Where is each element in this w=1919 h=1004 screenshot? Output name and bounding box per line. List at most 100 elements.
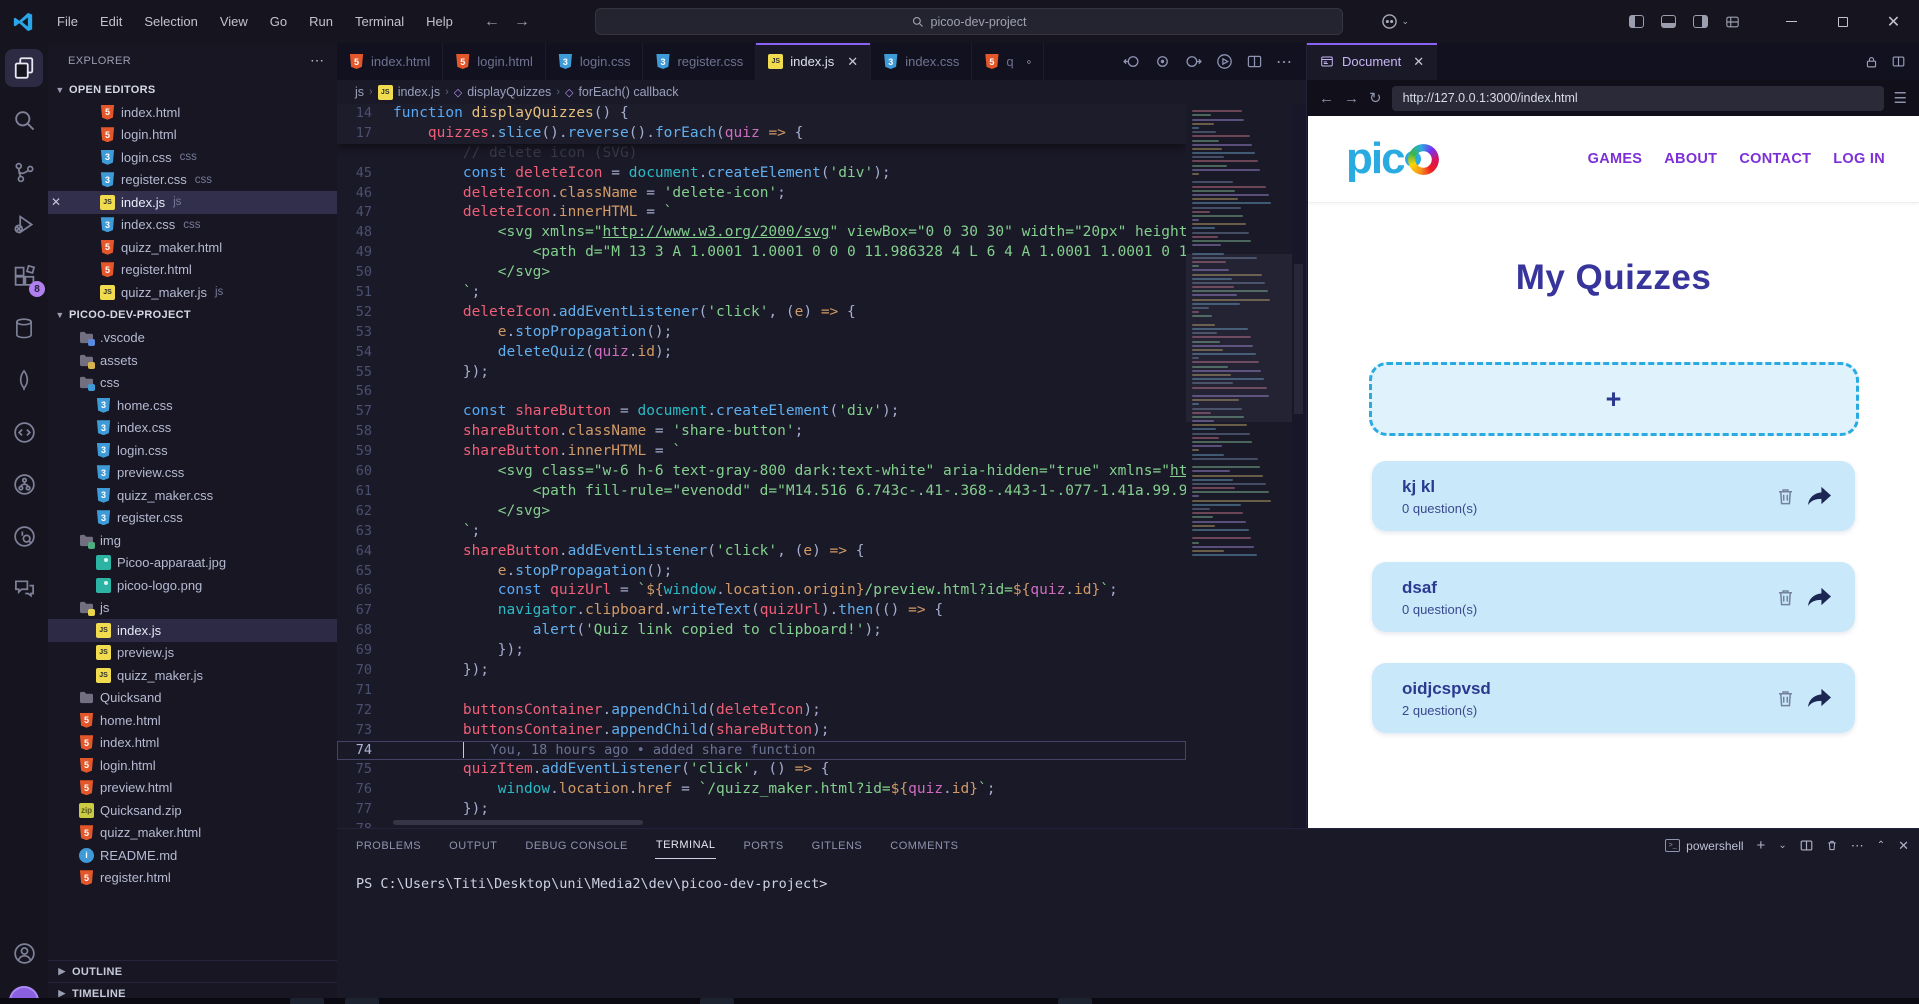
editor-tab-index.js[interactable]: JSindex.js✕ [756,43,871,80]
panel-tab-problems[interactable]: PROBLEMS [355,833,422,859]
tree-item-js[interactable]: js [48,597,337,620]
terminal-dropdown-icon[interactable]: ⌄ [1778,840,1786,851]
browser-reload-icon[interactable]: ↻ [1369,89,1382,107]
tree-item-register.css[interactable]: 3register.css [48,507,337,530]
tree-item-css[interactable]: css [48,372,337,395]
command-center-search[interactable]: picoo-dev-project [595,8,1343,35]
maximize-panel-icon[interactable]: ⌃ [1877,840,1885,851]
code-preview-icon[interactable] [5,413,43,451]
new-terminal-icon[interactable]: + [1757,837,1766,854]
editor-hscrollbar[interactable] [393,820,643,825]
nav-forward-circle-icon[interactable] [1185,53,1202,70]
tree-item-quizz_maker.html[interactable]: 5quizz_maker.html [48,822,337,845]
tree-item-quizz_maker.css[interactable]: 3quizz_maker.css [48,484,337,507]
close-panel-icon[interactable]: ✕ [1898,838,1909,854]
explorer-icon[interactable] [5,49,43,87]
panel-more-icon[interactable]: ⋯ [1851,838,1864,854]
open-editor-index.css[interactable]: 3index.csscss [48,214,337,237]
explorer-actions-icon[interactable]: ⋯ [310,52,325,69]
panel-tab-debug-console[interactable]: DEBUG CONSOLE [524,833,628,859]
customize-layout-icon[interactable] [1725,15,1740,29]
tree-item-assets[interactable]: assets [48,349,337,372]
menu-view[interactable]: View [211,10,257,33]
share-quiz-icon[interactable] [1808,587,1831,608]
minimap[interactable] [1186,104,1292,828]
editor-tab-register.css[interactable]: 3register.css [643,43,756,80]
close-window-button[interactable]: ✕ [1868,0,1919,43]
lock-icon[interactable] [1865,55,1878,69]
comments-icon[interactable] [5,569,43,607]
editor-tab-index.css[interactable]: 3index.css [871,43,972,80]
browser-forward-icon[interactable]: → [1344,90,1359,107]
open-editor-index.js[interactable]: ✕JSindex.jsjs [48,191,337,214]
tree-item-login.css[interactable]: 3login.css [48,439,337,462]
split-editor-icon[interactable] [1247,54,1262,69]
run-debug-icon[interactable] [5,205,43,243]
close-editor-icon[interactable]: ✕ [48,195,64,209]
breadcrumb-displayquizzes[interactable]: displayQuizzes [467,85,551,99]
picoo-logo[interactable]: pic [1346,137,1439,181]
tree-item-index.css[interactable]: 3index.css [48,417,337,440]
nav-link-about[interactable]: ABOUT [1664,151,1717,167]
tree-item-home.html[interactable]: 5home.html [48,709,337,732]
split-editor-icon[interactable] [1892,55,1905,68]
share-quiz-icon[interactable] [1808,486,1831,507]
tree-item-img[interactable]: img [48,529,337,552]
breadcrumb-js[interactable]: js [355,85,364,99]
editor-scrollbar[interactable] [1292,104,1306,828]
quiz-card-kj-kl[interactable]: kj kl0 question(s) [1372,461,1855,531]
project-root-header[interactable]: ▼ PICOO-DEV-PROJECT [48,304,337,327]
close-tab-icon[interactable]: ✕ [847,54,858,70]
nav-link-log-in[interactable]: LOG IN [1833,151,1885,167]
menu-go[interactable]: Go [261,10,296,33]
panel-tab-ports[interactable]: PORTS [742,833,784,859]
open-editor-quizz_maker.js[interactable]: JSquizz_maker.jsjs [48,281,337,304]
mongodb-icon[interactable] [5,361,43,399]
browser-menu-icon[interactable]: ☰ [1894,89,1907,107]
outline-section[interactable]: ▶OUTLINE [48,960,337,982]
tree-item-Quicksand[interactable]: Quicksand [48,687,337,710]
open-editors-header[interactable]: ▼ OPEN EDITORS [48,78,337,101]
tree-item-preview.js[interactable]: JSpreview.js [48,642,337,665]
tree-item-login.html[interactable]: 5login.html [48,754,337,777]
menu-edit[interactable]: Edit [91,10,131,33]
toggle-panel-icon[interactable] [1661,15,1676,28]
editor-tab-q[interactable]: 5q◦ [972,43,1044,80]
share-quiz-icon[interactable] [1808,688,1831,709]
breadcrumb[interactable]: js›JSindex.js›◇displayQuizzes›◇forEach()… [337,80,1306,104]
panel-tab-terminal[interactable]: TERMINAL [655,832,717,859]
terminal-instance[interactable]: >_ powershell [1665,839,1743,853]
browser-back-icon[interactable]: ← [1319,90,1334,107]
circle-icon[interactable] [1154,53,1171,70]
tree-item-Quicksand.zip[interactable]: zipQuicksand.zip [48,799,337,822]
database-icon[interactable] [5,309,43,347]
tree-item-picoo-logo.png[interactable]: picoo-logo.png [48,574,337,597]
tree-item-quizz_maker.js[interactable]: JSquizz_maker.js [48,664,337,687]
nav-link-contact[interactable]: CONTACT [1739,151,1811,167]
menu-help[interactable]: Help [417,10,462,33]
breadcrumb-foreach-callback[interactable]: forEach() callback [578,85,678,99]
delete-quiz-icon[interactable] [1776,486,1795,507]
breadcrumb-index-js[interactable]: index.js [398,85,440,99]
tree-item-README.md[interactable]: iREADME.md [48,844,337,867]
quiz-card-oidjcspvsd[interactable]: oidjcspvsd2 question(s) [1372,663,1855,733]
menu-file[interactable]: File [48,10,87,33]
open-editor-register.html[interactable]: 5register.html [48,259,337,282]
copilot-icon[interactable]: ⌄ [1381,13,1409,30]
history-back-icon[interactable]: ← [484,13,500,31]
menu-selection[interactable]: Selection [135,10,206,33]
tree-item-preview.html[interactable]: 5preview.html [48,777,337,800]
toggle-secondary-sidebar-icon[interactable] [1693,15,1708,28]
tree-item-register.html[interactable]: 5register.html [48,867,337,890]
open-editor-login.html[interactable]: 5login.html [48,124,337,147]
maximize-button[interactable] [1817,0,1868,43]
tree-item-preview.css[interactable]: 3preview.css [48,462,337,485]
toggle-sidebar-icon[interactable] [1629,15,1644,28]
tree-item-Picoo-apparaat.jpg[interactable]: Picoo-apparaat.jpg [48,552,337,575]
open-editor-index.html[interactable]: 5index.html [48,101,337,124]
nav-link-games[interactable]: GAMES [1588,151,1643,167]
add-quiz-button[interactable]: + [1369,362,1859,436]
code-editor[interactable]: // delete icon (SVG)45 const deleteIcon … [337,104,1306,828]
source-control-icon[interactable] [5,153,43,191]
extensions-icon[interactable]: 8 [5,257,43,295]
